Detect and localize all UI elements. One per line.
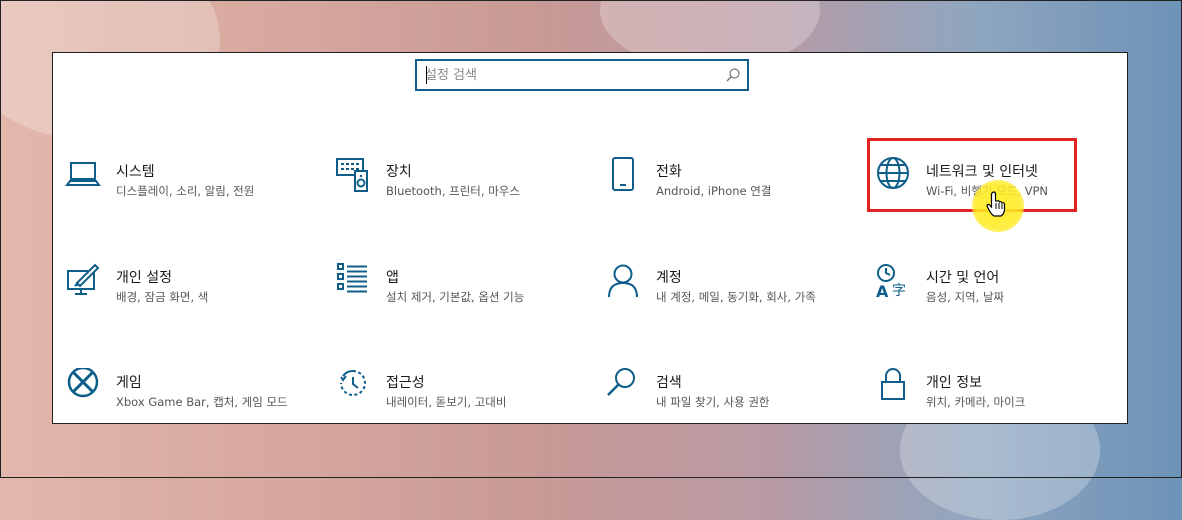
tile-title: 시스템 xyxy=(116,164,155,180)
settings-window: 시스템 디스플레이, 소리, 알림, 전원 장치 Bluetooth, 프린터,… xyxy=(52,52,1128,424)
apps-icon xyxy=(337,263,367,293)
tile-gaming[interactable]: 게임 Xbox Game Bar, 캡처, 게임 모드 xyxy=(53,368,293,438)
search-icon xyxy=(607,368,635,396)
text-caret xyxy=(426,66,427,84)
tile-description: 설치 제거, 기본값, 옵션 기능 xyxy=(386,290,525,304)
person-icon xyxy=(608,264,638,298)
devices-icon xyxy=(336,158,368,192)
tile-title: 장치 xyxy=(386,164,412,180)
tile-system[interactable]: 시스템 디스플레이, 소리, 알림, 전원 xyxy=(53,157,293,227)
tile-devices[interactable]: 장치 Bluetooth, 프린터, 마우스 xyxy=(323,157,563,227)
tile-description: Android, iPhone 연결 xyxy=(656,184,772,198)
tile-description: Xbox Game Bar, 캡처, 게임 모드 xyxy=(116,395,288,409)
laptop-icon xyxy=(65,162,101,186)
lock-icon xyxy=(881,368,905,400)
tile-ease-of-access[interactable]: 접근성 내레이터, 돋보기, 고대비 xyxy=(323,368,563,438)
hand-cursor-icon xyxy=(986,191,1006,217)
tile-description: 위치, 카메라, 마이크 xyxy=(926,395,1026,409)
tile-title: 개인 설정 xyxy=(116,270,172,286)
tile-title: 게임 xyxy=(116,375,142,391)
tile-title: 접근성 xyxy=(386,375,425,391)
tile-description: 디스플레이, 소리, 알림, 전원 xyxy=(116,184,255,198)
search-input[interactable] xyxy=(425,65,715,85)
tile-description: 내레이터, 돋보기, 고대비 xyxy=(386,395,507,409)
tile-description: 내 계정, 메일, 동기화, 회사, 가족 xyxy=(656,290,816,304)
svg-text:字: 字 xyxy=(892,283,906,299)
tile-privacy[interactable]: 개인 정보 위치, 카메라, 마이크 xyxy=(863,368,1103,438)
tile-search[interactable]: 검색 내 파일 찾기, 사용 권한 xyxy=(593,368,833,438)
tile-title: 시간 및 언어 xyxy=(926,270,1000,286)
tile-accounts[interactable]: 계정 내 계정, 메일, 동기화, 회사, 가족 xyxy=(593,263,833,333)
tile-title: 앱 xyxy=(386,270,399,286)
tile-time-language[interactable]: A 字 시간 및 언어 음성, 지역, 날짜 xyxy=(863,263,1103,333)
ease-of-access-icon xyxy=(340,369,366,396)
tile-title: 검색 xyxy=(656,375,682,391)
tile-phone[interactable]: 전화 Android, iPhone 연결 xyxy=(593,157,833,227)
time-language-icon: A 字 xyxy=(876,264,906,299)
search-icon[interactable] xyxy=(725,67,741,83)
tile-description: 내 파일 찾기, 사용 권한 xyxy=(656,395,770,409)
xbox-icon xyxy=(67,368,99,398)
tile-title: 계정 xyxy=(656,270,682,286)
tile-apps[interactable]: 앱 설치 제거, 기본값, 옵션 기능 xyxy=(323,263,563,333)
tile-description: 배경, 잠금 화면, 색 xyxy=(116,290,209,304)
svg-text:A: A xyxy=(876,282,889,299)
personalization-icon xyxy=(67,263,100,295)
tile-description: Bluetooth, 프린터, 마우스 xyxy=(386,184,520,198)
tile-title: 전화 xyxy=(656,164,682,180)
tile-personalization[interactable]: 개인 설정 배경, 잠금 화면, 색 xyxy=(53,263,293,333)
phone-icon xyxy=(612,157,634,191)
tile-description: 음성, 지역, 날짜 xyxy=(926,290,1005,304)
tile-title: 개인 정보 xyxy=(926,375,982,391)
search-box[interactable] xyxy=(415,59,749,91)
